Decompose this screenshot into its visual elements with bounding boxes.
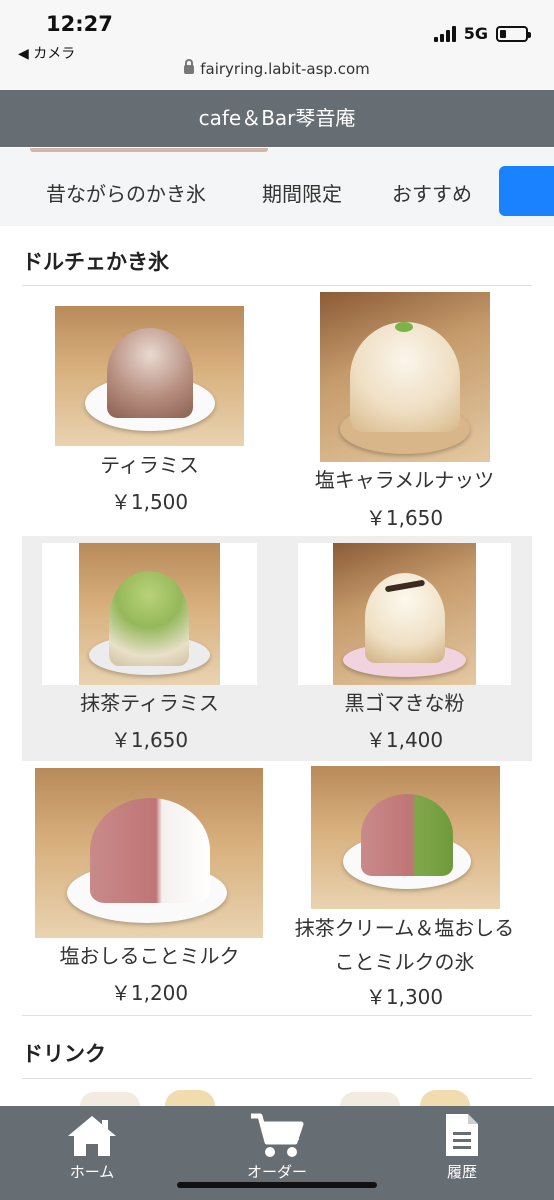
section-title-drink: ドリンク [22, 1042, 106, 1066]
item-price: ￥1,650 [110, 728, 189, 752]
battery-icon [496, 25, 531, 42]
tab-active-next[interactable] [499, 166, 554, 216]
item-photo [35, 768, 263, 938]
tab-kikan-gentei[interactable]: 期間限定 [262, 178, 342, 207]
item-name-line2: ことミルクの氷 [334, 950, 475, 974]
menu-item-shio-caramel-nuts[interactable]: 塩キャラメルナッツ ￥1,650 [277, 286, 532, 536]
item-price: ￥1,650 [365, 506, 444, 530]
item-name: 抹茶クリーム＆塩おしる [294, 916, 515, 940]
menu-item-shio-oshiruko-milk[interactable]: 塩おしることミルク ￥1,200 [22, 761, 277, 1015]
nav-history-button[interactable]: 履歴 [370, 1106, 554, 1200]
lock-icon [184, 59, 195, 74]
nav-home-button[interactable]: ホーム [0, 1106, 184, 1200]
item-photo [311, 766, 500, 909]
network-type: 5G [463, 24, 488, 43]
drink-photo-peek [80, 1092, 140, 1106]
section-divider [22, 1015, 532, 1016]
cart-icon [251, 1113, 304, 1157]
url-text: fairyring.labit-asp.com [200, 60, 370, 78]
section-title-dolce: ドルチェかき氷 [22, 250, 169, 274]
item-price: ￥1,400 [365, 728, 444, 752]
menu-item-kurogoma-kinako[interactable]: 黒ゴマきな粉 ￥1,400 [277, 536, 532, 761]
item-photo [42, 543, 257, 685]
signal-icon [433, 25, 456, 42]
page-title: cafe＆Bar琴音庵 [0, 90, 554, 147]
drink-photo-peek [165, 1090, 215, 1106]
item-name: 抹茶ティラミス [80, 691, 219, 715]
document-icon [446, 1114, 478, 1156]
nav-label: オーダー [246, 1163, 307, 1181]
drink-photo-peek [420, 1090, 470, 1106]
home-indicator[interactable] [177, 1182, 377, 1188]
url-bar[interactable]: fairyring.labit-asp.com [0, 59, 554, 90]
status-indicators: 5G [433, 24, 531, 43]
menu-item-tiramisu[interactable]: ティラミス ￥1,500 [22, 286, 277, 536]
menu-item-matcha-tiramisu[interactable]: 抹茶ティラミス ￥1,650 [22, 536, 277, 761]
item-name: ティラミス [100, 453, 199, 477]
item-name: 塩おしることミルク [59, 944, 240, 968]
item-price: ￥1,500 [110, 490, 189, 514]
nav-label: ホーム [69, 1163, 115, 1181]
item-photo [320, 292, 490, 462]
item-photo [298, 543, 511, 685]
status-bar: 12:27 ◀ カメラ 5G [0, 0, 554, 62]
tab-mukashinagara[interactable]: 昔ながらのかき氷 [46, 178, 206, 207]
item-price: ￥1,300 [365, 985, 444, 1009]
item-photo [55, 306, 244, 446]
scrolled-image-edge [30, 148, 268, 152]
status-time: 12:27 [46, 12, 113, 36]
nav-label: 履歴 [446, 1163, 477, 1181]
item-price: ￥1,200 [110, 981, 189, 1005]
category-tab-bar: 昔ながらのかき氷 期間限定 おすすめ [0, 148, 554, 226]
section-divider [22, 1078, 532, 1079]
home-icon [68, 1116, 116, 1156]
tab-osusume[interactable]: おすすめ [392, 178, 472, 207]
menu-item-matcha-cream-oshiruko[interactable]: 抹茶クリーム＆塩おしる ことミルクの氷 ￥1,300 [277, 761, 532, 1015]
drink-photo-peek [340, 1092, 400, 1106]
item-name: 塩キャラメルナッツ [314, 468, 495, 492]
item-name: 黒ゴマきな粉 [344, 691, 465, 715]
